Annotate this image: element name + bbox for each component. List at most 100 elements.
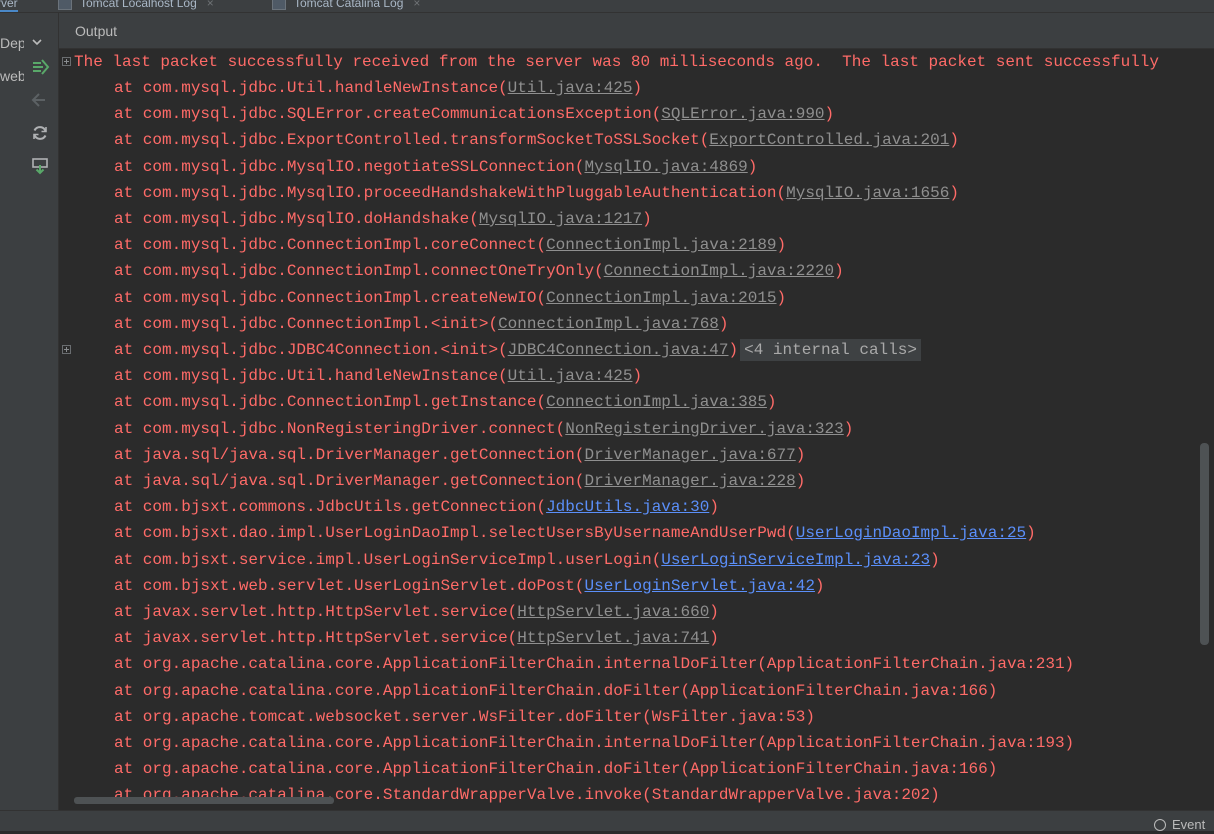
source-link[interactable]: ExportControlled.java:201 [709, 131, 949, 149]
tab-tomcat-catalina-log[interactable]: Tomcat Catalina Log × [272, 0, 420, 11]
source-link[interactable]: JdbcUtils.java:30 [546, 498, 709, 516]
source-link[interactable]: UserLoginServlet.java:42 [584, 577, 814, 595]
source-link[interactable]: DriverManager.java:677 [584, 446, 795, 464]
stack-frame-text: at com.mysql.jdbc.ConnectionImpl.createN… [114, 285, 786, 311]
source-link[interactable]: JDBC4Connection.java:47 [508, 341, 729, 359]
stack-frame-line: at com.bjsxt.commons.JdbcUtils.getConnec… [59, 494, 1214, 520]
frame-method: at com.mysql.jdbc.MysqlIO.doHandshake( [114, 210, 479, 228]
event-log-icon [1154, 819, 1166, 831]
frame-close-paren: ) [949, 184, 959, 202]
tool-window-tabs: rver Tomcat Localhost Log × Tomcat Catali… [0, 0, 1214, 13]
close-icon[interactable]: × [207, 0, 214, 10]
source-link[interactable]: MysqlIO.java:1217 [479, 210, 642, 228]
log-line-error: The last packet successfully received fr… [59, 49, 1214, 75]
stack-frame-text: at com.bjsxt.commons.JdbcUtils.getConnec… [114, 494, 719, 520]
source-link[interactable]: HttpServlet.java:741 [517, 629, 709, 647]
stack-frame-text: at org.apache.catalina.core.ApplicationF… [114, 756, 997, 782]
stack-frame-line: at com.mysql.jdbc.NonRegisteringDriver.c… [59, 416, 1214, 442]
tab-server-label: rver [0, 0, 18, 10]
deploy-all-icon[interactable] [30, 57, 50, 77]
event-log-button[interactable]: Event [1154, 816, 1205, 834]
frame-close-paren: ) [642, 210, 652, 228]
web-artifact-label: web [0, 68, 24, 84]
frame-method: at com.bjsxt.dao.impl.UserLoginDaoImpl.s… [114, 524, 796, 542]
chevron-down-icon[interactable] [32, 37, 42, 47]
internal-calls-badge[interactable]: <4 internal calls> [740, 339, 921, 361]
horizontal-scrollbar-thumb[interactable] [74, 797, 334, 804]
fold-expand-icon[interactable] [62, 57, 71, 66]
vertical-scrollbar-thumb[interactable] [1200, 443, 1209, 645]
frame-close-paren: ) [709, 629, 719, 647]
source-link[interactable]: Util.java:425 [508, 79, 633, 97]
stack-frame-line: at com.bjsxt.dao.impl.UserLoginDaoImpl.s… [59, 520, 1214, 546]
stack-frame-text: at javax.servlet.http.HttpServlet.servic… [114, 599, 719, 625]
frame-close-paren: ) [834, 262, 844, 280]
frame-method: at com.mysql.jdbc.SQLError.createCommuni… [114, 105, 662, 123]
stack-frame-text: at com.mysql.jdbc.Util.handleNewInstance… [114, 75, 642, 101]
stack-frame-line: at com.mysql.jdbc.SQLError.createCommuni… [59, 101, 1214, 127]
deploy-artifact-icon[interactable] [30, 156, 50, 176]
tab-output[interactable]: Output [75, 13, 117, 50]
stack-frame-line: at com.mysql.jdbc.MysqlIO.proceedHandsha… [59, 180, 1214, 206]
stack-frame-text: at java.sql/java.sql.DriverManager.getCo… [114, 468, 805, 494]
frame-close-paren: ) [814, 577, 825, 595]
frame-method: at com.mysql.jdbc.MysqlIO.negotiateSSLCo… [114, 158, 585, 176]
stack-frame-text: at com.bjsxt.web.servlet.UserLoginServle… [114, 573, 825, 599]
frame-method: at java.sql/java.sql.DriverManager.getCo… [114, 472, 585, 490]
undeploy-icon[interactable] [30, 90, 50, 110]
frame-method: at com.mysql.jdbc.JDBC4Connection.<init>… [114, 341, 508, 359]
source-link[interactable]: UserLoginServiceImpl.java:23 [661, 551, 930, 569]
tab-tomcat-localhost-log[interactable]: Tomcat Localhost Log × [58, 0, 214, 11]
source-link[interactable]: ConnectionImpl.java:768 [498, 315, 719, 333]
tab-server[interactable]: rver [0, 0, 18, 12]
fold-expand-icon[interactable] [62, 345, 71, 354]
source-link[interactable]: DriverManager.java:228 [584, 472, 795, 490]
stack-frame-text: at com.mysql.jdbc.Util.handleNewInstance… [114, 363, 642, 389]
stack-frame-line: at com.bjsxt.service.impl.UserLoginServi… [59, 547, 1214, 573]
source-link[interactable]: ConnectionImpl.java:2220 [604, 262, 834, 280]
stack-frame-text: at com.mysql.jdbc.ConnectionImpl.getInst… [114, 389, 777, 415]
stack-frame-line: at javax.servlet.http.HttpServlet.servic… [59, 599, 1214, 625]
stack-frame-text: at org.apache.catalina.core.ApplicationF… [114, 678, 997, 704]
frame-close-paren: ) [718, 315, 729, 333]
stack-frame-line: at org.apache.catalina.core.ApplicationF… [59, 678, 1214, 704]
frame-method: at com.mysql.jdbc.ConnectionImpl.<init>( [114, 315, 499, 333]
source-link[interactable]: SQLError.java:990 [661, 105, 824, 123]
stack-frame-line: at com.mysql.jdbc.ConnectionImpl.coreCon… [59, 232, 1214, 258]
web-artifact-item[interactable]: web [0, 68, 24, 84]
frame-close-paren: ) [776, 236, 787, 254]
stack-frame-text: at com.mysql.jdbc.MysqlIO.proceedHandsha… [114, 180, 959, 206]
frame-close-paren: ) [824, 105, 835, 123]
console-output[interactable]: The last packet successfully received fr… [59, 49, 1214, 810]
source-link[interactable]: ConnectionImpl.java:385 [546, 393, 767, 411]
frame-method: at com.mysql.jdbc.Util.handleNewInstance… [114, 367, 508, 385]
stack-frame-text: at com.bjsxt.service.impl.UserLoginServi… [114, 547, 940, 573]
refresh-icon[interactable] [30, 123, 50, 143]
source-link[interactable]: UserLoginDaoImpl.java:25 [796, 524, 1026, 542]
stack-frame-text: at com.mysql.jdbc.ConnectionImpl.<init>(… [114, 311, 729, 337]
error-message: The last packet successfully received fr… [74, 53, 1159, 71]
stack-frame-text: at org.apache.catalina.core.ApplicationF… [114, 730, 1074, 756]
stack-frame-line: at com.mysql.jdbc.ExportControlled.trans… [59, 127, 1214, 153]
stack-frame-line: at com.mysql.jdbc.Util.handleNewInstance… [59, 363, 1214, 389]
source-link[interactable]: MysqlIO.java:4869 [584, 158, 747, 176]
deploy-dropdown[interactable]: Deploy [0, 26, 24, 60]
stack-frame-line: at com.mysql.jdbc.MysqlIO.doHandshake(My… [59, 206, 1214, 232]
frame-close-paren: ) [766, 393, 777, 411]
stack-frame-line: at javax.servlet.http.HttpServlet.servic… [59, 625, 1214, 651]
source-link[interactable]: NonRegisteringDriver.java:323 [565, 420, 843, 438]
stack-frame-line: at com.mysql.jdbc.MysqlIO.negotiateSSLCo… [59, 154, 1214, 180]
status-bar: Event [0, 810, 1214, 834]
close-icon[interactable]: × [413, 0, 420, 10]
source-link[interactable]: ConnectionImpl.java:2189 [546, 236, 776, 254]
stack-frame-line: at com.bjsxt.web.servlet.UserLoginServle… [59, 573, 1214, 599]
source-link[interactable]: MysqlIO.java:1656 [786, 184, 949, 202]
deployment-panel: Deploy web [0, 13, 59, 820]
frame-close-paren: ) [795, 446, 806, 464]
source-link[interactable]: HttpServlet.java:660 [517, 603, 709, 621]
frame-method: at org.apache.tomcat.websocket.server.Ws… [114, 708, 815, 726]
frame-close-paren: ) [949, 131, 959, 149]
source-link[interactable]: ConnectionImpl.java:2015 [546, 289, 776, 307]
stack-frame-text: at com.mysql.jdbc.MysqlIO.doHandshake(My… [114, 206, 652, 232]
source-link[interactable]: Util.java:425 [508, 367, 633, 385]
